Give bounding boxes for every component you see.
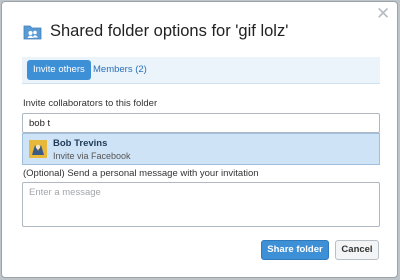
suggestion-item[interactable]: Bob Trevins Invite via Facebook <box>22 133 380 165</box>
tab-invite-others[interactable]: Invite others <box>27 60 91 80</box>
suggestion-subtext: Invite via Facebook <box>53 151 131 161</box>
cancel-button[interactable]: Cancel <box>335 240 379 260</box>
invite-input[interactable] <box>22 113 380 133</box>
tab-members[interactable]: Members (2) <box>87 60 153 80</box>
dialog-title: Shared folder options for 'gif lolz' <box>50 21 289 40</box>
shared-folder-dialog: ✕ Shared folder options for 'gif lolz' I… <box>1 1 398 278</box>
tab-bar: Invite others Members (2) <box>22 57 380 84</box>
message-textarea[interactable] <box>22 182 380 227</box>
avatar-icon <box>29 140 47 158</box>
suggestion-name: Bob Trevins <box>53 138 108 149</box>
dialog-header: Shared folder options for 'gif lolz' <box>23 20 288 42</box>
message-label: (Optional) Send a personal message with … <box>23 168 259 179</box>
share-folder-button[interactable]: Share folder <box>261 240 329 260</box>
close-icon[interactable]: ✕ <box>376 5 390 22</box>
invite-label: Invite collaborators to this folder <box>23 98 158 109</box>
shared-folder-icon <box>23 25 42 39</box>
